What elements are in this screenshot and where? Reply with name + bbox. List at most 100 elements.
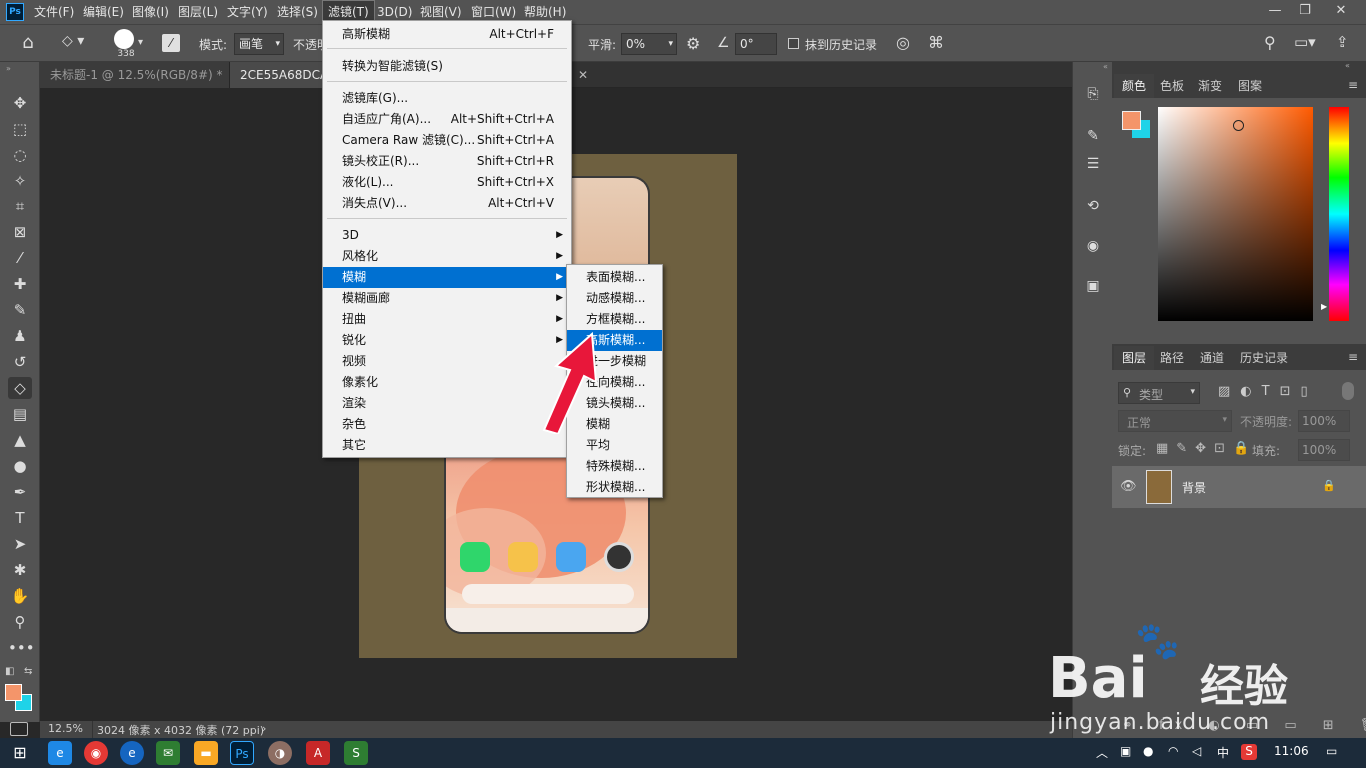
- chevron-down-icon[interactable]: ▾: [138, 37, 143, 48]
- hue-slider[interactable]: [1329, 107, 1349, 321]
- crop-tool-icon[interactable]: ⌗: [8, 195, 32, 217]
- spreadsheet-icon[interactable]: S: [344, 741, 368, 765]
- menu-item-3d[interactable]: 3D ▶: [323, 225, 571, 246]
- layer-name[interactable]: 背景: [1182, 479, 1206, 496]
- submenu-item-box-blur[interactable]: 方框模糊...: [567, 309, 662, 330]
- layer-filter-select[interactable]: ⚲ 类型 ▾: [1118, 382, 1200, 404]
- photoshop-taskbar-icon[interactable]: Ps: [230, 741, 254, 765]
- workspace-icon[interactable]: ▭▾: [1294, 33, 1316, 51]
- menu-item-lens-correction[interactable]: 镜头校正(R)... Shift+Ctrl+R: [323, 151, 571, 172]
- menu-item-distort[interactable]: 扭曲 ▶: [323, 309, 571, 330]
- blur-tool-icon[interactable]: ▲: [8, 429, 32, 451]
- hand-tool-icon[interactable]: ✋: [8, 585, 32, 607]
- learn-panel-icon[interactable]: ◉: [1081, 234, 1105, 258]
- path-selection-tool-icon[interactable]: ➤: [8, 533, 32, 555]
- history-brush-tool-icon[interactable]: ↺: [8, 351, 32, 373]
- search-icon[interactable]: ⚲: [1264, 33, 1276, 52]
- tab-swatches[interactable]: 色板: [1152, 74, 1192, 98]
- submenu-item-motion-blur[interactable]: 动感模糊...: [567, 288, 662, 309]
- color-panel-foreground-swatch[interactable]: [1122, 111, 1141, 130]
- close-window-button[interactable]: ✕: [1326, 0, 1356, 24]
- windows-start-icon[interactable]: ⊞: [8, 741, 32, 765]
- brush-panel-icon[interactable]: ✎: [1081, 124, 1105, 148]
- menu-select[interactable]: 选择(S): [272, 0, 323, 24]
- lasso-tool-icon[interactable]: ◌: [8, 144, 32, 166]
- menu-item-blur-gallery[interactable]: 模糊画廊 ▶: [323, 288, 571, 309]
- tab-layers[interactable]: 图层: [1114, 346, 1155, 370]
- tab-image[interactable]: 2CE55A68DCAE: [230, 62, 336, 88]
- tab-channels[interactable]: 通道: [1192, 346, 1232, 370]
- home-icon[interactable]: ⌂: [14, 32, 42, 56]
- document-info[interactable]: 3024 像素 x 4032 像素 (72 ppi): [97, 722, 264, 738]
- collapse-icon[interactable]: «: [1345, 61, 1350, 70]
- eyedropper-tool-icon[interactable]: ⁄: [8, 247, 32, 269]
- swap-colors-icon[interactable]: ⇆: [24, 666, 32, 677]
- tray-chevron-up-icon[interactable]: ︿: [1096, 744, 1108, 761]
- color-picker-field[interactable]: [1158, 107, 1313, 321]
- gear-icon[interactable]: ⚙: [686, 34, 700, 53]
- collapse-icon[interactable]: »: [6, 64, 11, 73]
- menu-type[interactable]: 文字(Y): [222, 0, 273, 24]
- submenu-item-average[interactable]: 平均: [567, 435, 662, 456]
- brush-settings-icon[interactable]: ⁄: [162, 34, 180, 52]
- chevron-right-icon[interactable]: ›: [262, 722, 266, 735]
- chrome-browser-icon[interactable]: ◉: [84, 741, 108, 765]
- default-colors-icon[interactable]: ◧: [5, 666, 14, 677]
- tab-history[interactable]: 历史记录: [1232, 346, 1296, 370]
- collapse-icon[interactable]: «: [1103, 62, 1108, 71]
- stamp-tool-icon[interactable]: ♟: [8, 325, 32, 347]
- filter-toggle[interactable]: [1342, 382, 1354, 400]
- app-icon[interactable]: ◑: [268, 741, 292, 765]
- menu-item-liquify[interactable]: 液化(L)... Shift+Ctrl+X: [323, 172, 571, 193]
- menu-file[interactable]: 文件(F): [29, 0, 79, 24]
- close-tab-icon[interactable]: ✕: [578, 68, 588, 82]
- menu-item-adaptive-wide-angle[interactable]: 自适应广角(A)... Alt+Shift+Ctrl+A: [323, 109, 571, 130]
- menu-edit[interactable]: 编辑(E): [78, 0, 129, 24]
- frame-tool-icon[interactable]: ⊠: [8, 221, 32, 243]
- menu-image[interactable]: 图像(I): [127, 0, 174, 24]
- menu-item-smart-filter[interactable]: 转换为智能滤镜(S): [323, 56, 571, 77]
- dodge-tool-icon[interactable]: ●: [8, 455, 32, 477]
- menu-item-filter-gallery[interactable]: 滤镜库(G)...: [323, 88, 571, 109]
- marquee-tool-icon[interactable]: ⬚: [8, 118, 32, 140]
- ime-indicator[interactable]: 中: [1217, 744, 1229, 761]
- eye-icon[interactable]: 👁: [1120, 479, 1137, 494]
- tab-untitled[interactable]: 未标题-1 @ 12.5%(RGB/8#) *: [40, 62, 230, 88]
- qq-icon[interactable]: ●: [1143, 744, 1153, 758]
- brush-preview-icon[interactable]: [114, 29, 134, 49]
- magic-wand-tool-icon[interactable]: ✧: [8, 170, 32, 192]
- submenu-item-surface-blur[interactable]: 表面模糊...: [567, 267, 662, 288]
- notification-icon[interactable]: ▭: [1326, 744, 1337, 758]
- mode-select[interactable]: 画笔 ▾: [234, 33, 284, 55]
- layer-opacity-input[interactable]: 100%: [1298, 410, 1350, 432]
- hue-slider-handle[interactable]: ▶: [1321, 302, 1327, 311]
- ie-browser-icon[interactable]: e: [48, 741, 72, 765]
- speaker-icon[interactable]: ◁: [1192, 744, 1201, 758]
- more-tools-icon[interactable]: •••: [8, 637, 35, 659]
- submenu-item-smart-blur[interactable]: 特殊模糊...: [567, 456, 662, 477]
- submenu-item-shape-blur[interactable]: 形状模糊...: [567, 477, 662, 498]
- tray-app-icon[interactable]: ▣: [1120, 744, 1131, 758]
- properties-panel-icon[interactable]: ⎘: [1081, 82, 1105, 106]
- menu-item-vanishing-point[interactable]: 消失点(V)... Alt+Ctrl+V: [323, 193, 571, 214]
- panel-menu-icon[interactable]: ≡: [1348, 78, 1358, 92]
- restore-button[interactable]: ❐: [1290, 0, 1320, 24]
- quick-mask-icon[interactable]: [10, 722, 28, 736]
- tab-patterns[interactable]: 图案: [1230, 74, 1270, 98]
- pen-tool-icon[interactable]: ✒: [8, 481, 32, 503]
- color-picker-cursor[interactable]: [1233, 120, 1244, 131]
- file-explorer-icon[interactable]: ▬: [194, 741, 218, 765]
- move-tool-icon[interactable]: ✥: [8, 92, 32, 114]
- wechat-icon[interactable]: ✉: [156, 741, 180, 765]
- menu-item-camera-raw[interactable]: Camera Raw 滤镜(C)... Shift+Ctrl+A: [323, 130, 571, 151]
- history-panel-icon[interactable]: ⟲: [1081, 194, 1105, 218]
- menu-layer[interactable]: 图层(L): [173, 0, 223, 24]
- zoom-tool-icon[interactable]: ⚲: [8, 611, 32, 633]
- clock[interactable]: 11:06: [1274, 744, 1309, 758]
- menu-item-last-filter[interactable]: 高斯模糊 Alt+Ctrl+F: [323, 24, 571, 45]
- blend-mode-select[interactable]: 正常 ▾: [1118, 410, 1232, 432]
- pressure-icon[interactable]: ◎: [896, 33, 910, 52]
- libraries-panel-icon[interactable]: ▣: [1081, 274, 1105, 298]
- zoom-level[interactable]: 12.5%: [48, 722, 83, 735]
- eraser-tool-icon[interactable]: ◇: [8, 377, 32, 399]
